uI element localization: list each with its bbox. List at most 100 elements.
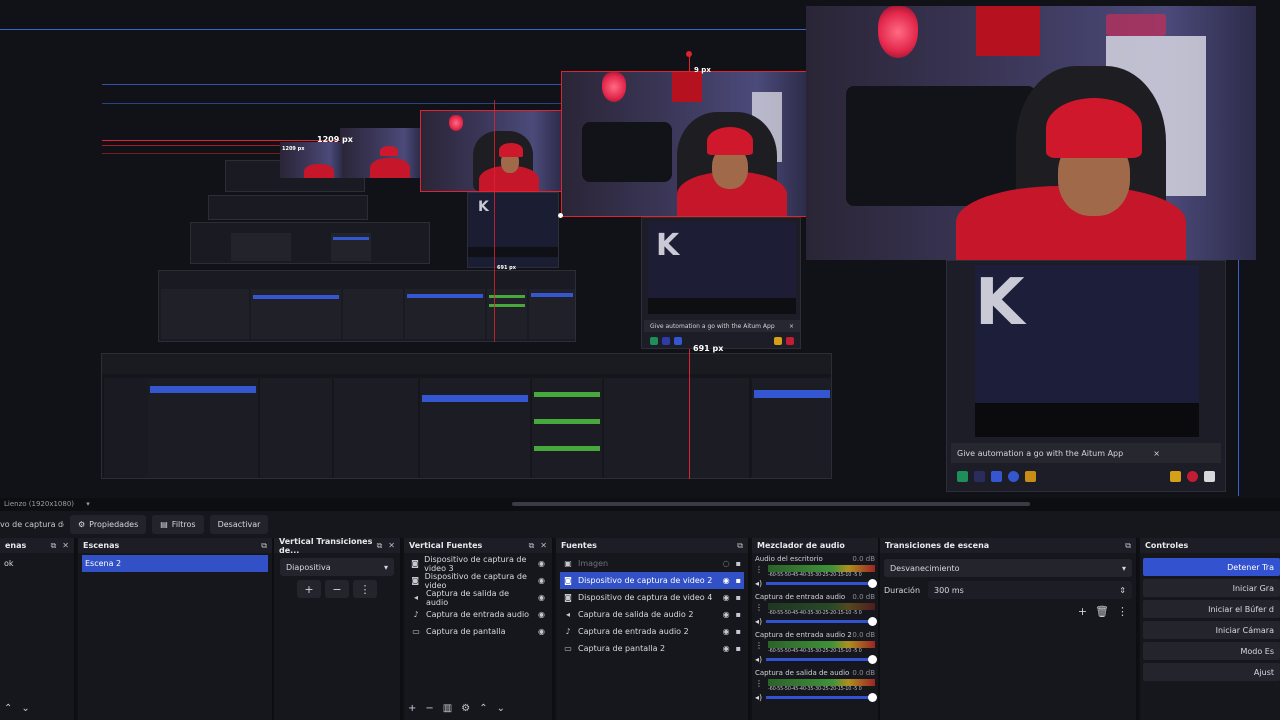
float-icon[interactable]: ⧉ [377,541,383,551]
float-icon[interactable]: ⧉ [737,541,743,551]
eye-off-icon[interactable]: ◌ [723,559,730,568]
lock-icon[interactable]: ▪ [736,627,741,636]
volume-slider[interactable] [766,617,877,626]
lock-icon[interactable]: ▪ [736,610,741,619]
remove-button[interactable]: − [325,580,349,598]
lock-icon[interactable]: ▪ [736,576,741,585]
studio-mode-button[interactable]: Modo Es [1143,642,1280,660]
volume-knob[interactable] [868,655,877,664]
source-item[interactable]: ◙ Dispositivo de captura de video 3 ◉ [408,555,548,573]
eye-icon[interactable]: ◉ [538,610,545,619]
stepper-icon[interactable]: ⇕ [1119,586,1126,595]
speaker-icon[interactable]: ◂) [755,655,762,664]
eye-icon[interactable]: ◉ [538,559,545,568]
filter-icon: ▤ [160,520,168,529]
trash-icon[interactable]: 🗑 [1095,605,1109,618]
float-icon[interactable]: ⧉ [529,541,535,551]
eye-icon[interactable]: ◉ [723,576,730,585]
source-item[interactable]: ◙ Dispositivo de captura de video ◉ [408,572,548,590]
float-icon[interactable]: ⧉ [261,541,267,551]
transition-select[interactable]: Desvanecimiento ▾ [884,559,1132,577]
add-icon[interactable]: + [408,703,416,714]
transition-select[interactable]: Diapositiva ▾ [280,558,394,576]
close-icon[interactable]: ✕ [62,541,69,551]
discord-icon[interactable] [1204,470,1215,482]
add-icon[interactable]: + [1078,605,1087,618]
chat-icon[interactable] [1025,470,1036,482]
close-icon[interactable]: ✕ [388,541,395,551]
more-icon[interactable]: ⋮ [755,603,765,612]
source-item[interactable]: ◂ Captura de salida de audio 2 ◉ ▪ [560,606,744,623]
add-button[interactable]: + [297,580,321,598]
webcam-source-large[interactable] [806,6,1256,260]
refresh-icon[interactable] [1008,470,1019,482]
remove-icon[interactable]: − [425,703,433,714]
chevron-down-icon[interactable]: ▾ [86,500,90,508]
start-recording-button[interactable]: Iniciar Gra [1143,579,1280,597]
plug-icon[interactable] [957,470,968,482]
preview-scrollbar[interactable] [512,502,1030,506]
dimension-label: 691 px [497,265,516,271]
more-icon[interactable]: ⋮ [755,641,765,650]
filter-icon[interactable]: ▥ [443,703,452,714]
float-icon[interactable]: ⧉ [51,541,57,551]
more-icon[interactable]: ⋮ [353,580,377,598]
source-item[interactable]: ▭ Captura de pantalla ◉ [408,623,548,640]
stop-transmission-button[interactable]: Detener Tra [1143,558,1280,576]
volume-slider[interactable] [766,579,877,588]
lock-icon[interactable]: ▪ [736,593,741,602]
eye-icon[interactable]: ◉ [538,627,545,636]
lock-icon[interactable]: ▪ [736,559,741,568]
heart-icon[interactable] [1187,470,1198,482]
settings-icon[interactable] [1170,470,1181,482]
eye-icon[interactable]: ◉ [538,593,545,602]
float-icon[interactable]: ⧉ [1125,541,1131,551]
deactivate-button[interactable]: Desactivar [209,515,269,534]
start-replay-buffer-button[interactable]: Iniciar el Búfer d [1143,600,1280,618]
source-item[interactable]: ◂ Captura de salida de audio ◉ [408,589,548,607]
gear-icon[interactable]: ⚙ [461,703,470,714]
duration-input[interactable]: 300 ms ⇕ [928,581,1132,599]
chevron-up-icon[interactable]: ⌃ [479,703,487,714]
properties-button[interactable]: ⚙ Propiedades [70,515,147,534]
source-item[interactable]: ▣ Imagen ◌ ▪ [560,555,744,572]
record-icon[interactable] [974,470,985,482]
more-icon[interactable]: ⋮ [755,565,765,574]
start-virtual-camera-button[interactable]: Iniciar Cámara [1143,621,1280,639]
more-icon[interactable]: ⋮ [755,679,765,688]
preview-canvas[interactable]: K 691 px 9 px 1209 px 1209 px K Give aut… [0,0,1280,498]
eye-icon[interactable]: ◉ [538,576,545,585]
scene-item[interactable]: Escena 2 [82,555,268,572]
check-icon[interactable] [991,470,1002,482]
chevron-up-icon[interactable]: ⌃ [4,703,12,714]
chevron-down-icon[interactable]: ⌄ [497,703,505,714]
speaker-icon[interactable]: ◂) [755,579,762,588]
volume-slider[interactable] [766,655,877,664]
resize-handle[interactable] [558,213,563,218]
lock-icon[interactable]: ▪ [736,644,741,653]
source-item[interactable]: ♪ Captura de entrada audio 2 ◉ ▪ [560,623,744,640]
webcam-preview-selected[interactable] [561,71,807,217]
close-icon[interactable]: × [1153,449,1160,458]
list-item[interactable]: ok [4,555,70,572]
close-icon[interactable]: ✕ [540,541,547,551]
close-icon[interactable]: × [789,323,794,330]
speaker-icon[interactable]: ◂) [755,693,762,702]
source-item[interactable]: ▭ Captura de pantalla 2 ◉ ▪ [560,640,744,657]
eye-icon[interactable]: ◉ [723,627,730,636]
eye-icon[interactable]: ◉ [723,593,730,602]
filters-button[interactable]: ▤ Filtros [152,515,204,534]
eye-icon[interactable]: ◉ [723,610,730,619]
more-icon[interactable]: ⋮ [1117,605,1128,618]
eye-icon[interactable]: ◉ [723,644,730,653]
volume-knob[interactable] [868,693,877,702]
source-item[interactable]: ♪ Captura de entrada audio ◉ [408,606,548,623]
source-item[interactable]: ◙ Dispositivo de captura de video 4 ◉ ▪ [560,589,744,606]
volume-knob[interactable] [868,579,877,588]
source-item[interactable]: ◙ Dispositivo de captura de video 2 ◉ ▪ [560,572,744,589]
volume-knob[interactable] [868,617,877,626]
volume-slider[interactable] [766,693,877,702]
settings-button[interactable]: Ajust [1143,663,1280,681]
chevron-down-icon[interactable]: ⌄ [21,703,29,714]
speaker-icon[interactable]: ◂) [755,617,762,626]
